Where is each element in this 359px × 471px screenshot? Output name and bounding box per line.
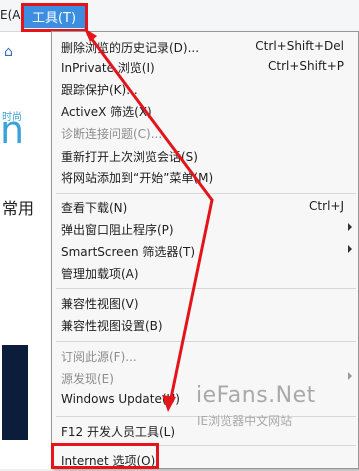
menu-item-label: SmartScreen 筛选器(T) [61, 245, 196, 259]
menu-item-smartscreen[interactable]: SmartScreen 筛选器(T) [52, 240, 358, 262]
submenu-arrow-icon [348, 372, 352, 380]
menu-item-label: 管理加载项(A) [61, 267, 139, 281]
home-icon[interactable]: ⌂ [4, 44, 13, 60]
menu-item-shortcut: Ctrl+J [309, 199, 344, 213]
background-image [2, 345, 28, 440]
menu-item-compatibility-view[interactable]: 兼容性视图(V) [52, 292, 358, 314]
menu-item-popup-blocker[interactable]: 弹出窗口阻止程序(P) [52, 218, 358, 240]
menu-item-label: 订阅此源(F)... [61, 350, 137, 364]
menu-item-label: 重新打开上次浏览会话(S) [61, 150, 198, 164]
menu-item-view-downloads[interactable]: 查看下载(N) Ctrl+J [52, 196, 358, 218]
menu-item-label: 兼容性视图(V) [61, 297, 139, 311]
menu-item-manage-addons[interactable]: 管理加载项(A) [52, 262, 358, 284]
tools-highlight-box [21, 3, 88, 32]
menu-item-label: 弹出窗口阻止程序(P) [61, 223, 174, 237]
menu-item-label: 将网站添加到“开始”菜单(M) [61, 171, 214, 185]
submenu-arrow-icon [348, 223, 352, 231]
site-logo: n [0, 108, 25, 152]
menu-item-label: 查看下载(N) [61, 201, 128, 215]
watermark-subtitle: IE浏览器中文网站 [197, 414, 293, 428]
menu-item-tracking-protection[interactable]: 跟踪保护(K)... [52, 78, 358, 100]
menu-separator [56, 288, 356, 289]
menu-item-label: F12 开发人员工具(L) [61, 425, 176, 439]
menu-item-add-to-start[interactable]: 将网站添加到“开始”菜单(M) [52, 166, 358, 188]
menu-item-label: 源发现(E) [61, 372, 114, 386]
menu-item-shortcut: Ctrl+Shift+P [268, 59, 344, 73]
menu-item-label: Windows Update(U) [61, 392, 180, 406]
menu-item-inprivate[interactable]: InPrivate 浏览(I) Ctrl+Shift+P [52, 56, 358, 78]
menu-item-label: ActiveX 筛选(X) [61, 105, 152, 119]
menu-separator [56, 193, 356, 194]
menu-item-label: InPrivate 浏览(I) [61, 61, 155, 75]
menu-item-compatibility-settings[interactable]: 兼容性视图设置(B) [52, 314, 358, 336]
menu-item-label: 跟踪保护(K)... [61, 83, 138, 97]
menu-separator [56, 341, 356, 342]
section-heading: 常用 [2, 199, 35, 218]
menu-item-label: 诊断连接问题(C)... [61, 127, 163, 141]
menu-item-label: 兼容性视图设置(B) [61, 319, 163, 333]
submenu-arrow-icon [348, 245, 352, 253]
menu-item-delete-history[interactable]: 删除浏览的历史记录(D)... Ctrl+Shift+Del [52, 36, 358, 58]
watermark-title: ieFans.Net [196, 383, 316, 408]
menu-item-diagnose-connection: 诊断连接问题(C)... [52, 122, 358, 144]
menu-item-reopen-session[interactable]: 重新打开上次浏览会话(S) [52, 145, 358, 167]
internet-options-highlight-box [51, 443, 159, 469]
menu-item-subscribe-feed: 订阅此源(F)... [52, 345, 358, 367]
menu-item-label: 删除浏览的历史记录(D)... [61, 41, 200, 55]
menu-item-activex-filtering[interactable]: ActiveX 筛选(X) [52, 100, 358, 122]
menu-item-shortcut: Ctrl+Shift+Del [255, 39, 344, 53]
